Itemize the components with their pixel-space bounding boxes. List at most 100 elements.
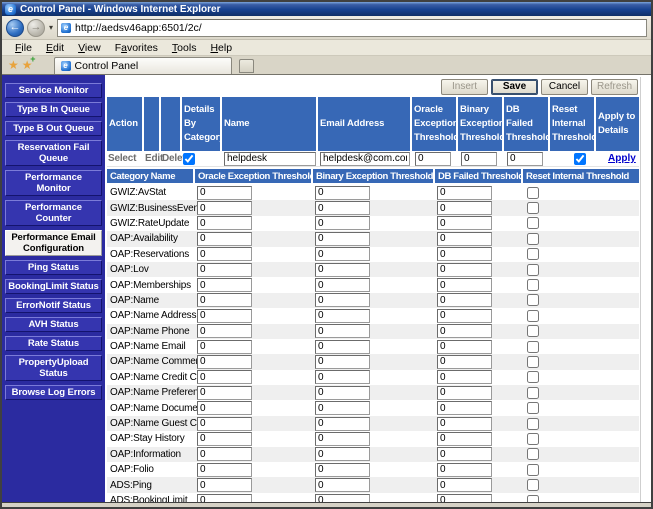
name-input[interactable] [224, 152, 316, 166]
db-threshold-input[interactable] [437, 201, 492, 215]
details-by-category-checkbox[interactable] [183, 153, 195, 165]
db-threshold-input[interactable] [437, 309, 492, 323]
reset-internal-checkbox[interactable] [527, 310, 539, 322]
oracle-threshold-input[interactable] [197, 447, 252, 461]
reset-internal-checkbox[interactable] [527, 233, 539, 245]
sidebar-item-type-b-out-queue[interactable]: Type B Out Queue [5, 121, 102, 136]
db-threshold-input[interactable] [437, 494, 492, 503]
db-threshold-input[interactable] [437, 417, 492, 431]
binary-threshold-input[interactable] [315, 186, 370, 200]
email-input[interactable] [320, 152, 410, 166]
oracle-threshold-input[interactable] [197, 309, 252, 323]
reset-internal-checkbox[interactable] [527, 356, 539, 368]
db-threshold-input[interactable] [437, 324, 492, 338]
db-threshold-input[interactable] [437, 447, 492, 461]
oracle-threshold-input[interactable] [197, 263, 252, 277]
menu-favorites[interactable]: Favorites [108, 42, 165, 54]
db-threshold-input[interactable] [437, 186, 492, 200]
binary-threshold-input[interactable] [315, 355, 370, 369]
menu-help[interactable]: Help [203, 42, 239, 54]
reset-internal-checkbox[interactable] [527, 371, 539, 383]
binary-threshold-input[interactable] [315, 463, 370, 477]
menu-view[interactable]: View [71, 42, 108, 54]
reset-internal-checkbox[interactable] [527, 264, 539, 276]
history-dropdown-icon[interactable]: ▾ [48, 23, 54, 32]
oracle-threshold-input[interactable] [197, 386, 252, 400]
sidebar-item-errornotif-status[interactable]: ErrorNotif Status [5, 298, 102, 313]
binary-threshold-input[interactable] [315, 247, 370, 261]
binary-threshold-input[interactable] [315, 309, 370, 323]
reset-internal-checkbox[interactable] [527, 495, 539, 503]
oracle-threshold-input[interactable] [197, 324, 252, 338]
binary-threshold-input[interactable] [315, 494, 370, 503]
binary-threshold-input[interactable] [461, 152, 497, 166]
oracle-threshold-input[interactable] [197, 247, 252, 261]
oracle-threshold-input[interactable] [197, 494, 252, 503]
binary-threshold-input[interactable] [315, 447, 370, 461]
sidebar-item-performance-email-configuration[interactable]: Performance Email Configuration [5, 230, 102, 256]
oracle-threshold-input[interactable] [197, 463, 252, 477]
oracle-threshold-input[interactable] [197, 370, 252, 384]
oracle-threshold-input[interactable] [197, 417, 252, 431]
reset-internal-checkbox[interactable] [527, 341, 539, 353]
db-threshold-input[interactable] [437, 355, 492, 369]
menu-file[interactable]: File [8, 42, 39, 54]
oracle-threshold-input[interactable] [197, 232, 252, 246]
binary-threshold-input[interactable] [315, 340, 370, 354]
db-threshold-input[interactable] [437, 478, 492, 492]
oracle-threshold-input[interactable] [415, 152, 451, 166]
back-button[interactable]: ← [6, 19, 24, 37]
reset-internal-checkbox[interactable] [527, 418, 539, 430]
sidebar-item-propertyupload-status[interactable]: PropertyUpload Status [5, 355, 102, 381]
oracle-threshold-input[interactable] [197, 432, 252, 446]
binary-threshold-input[interactable] [315, 232, 370, 246]
tab-control-panel[interactable]: e Control Panel [54, 57, 232, 74]
binary-threshold-input[interactable] [315, 263, 370, 277]
cancel-button[interactable]: Cancel [541, 79, 588, 95]
sidebar-item-service-monitor[interactable]: Service Monitor [5, 83, 102, 98]
reset-internal-checkbox[interactable] [527, 279, 539, 291]
binary-threshold-input[interactable] [315, 478, 370, 492]
sidebar-item-bookinglimit-status[interactable]: BookingLimit Status [5, 279, 102, 294]
oracle-threshold-input[interactable] [197, 278, 252, 292]
sidebar-item-performance-counter[interactable]: Performance Counter [5, 200, 102, 226]
reset-internal-checkbox[interactable] [527, 464, 539, 476]
db-threshold-input[interactable] [437, 340, 492, 354]
address-bar[interactable]: e http://aedsv46app:6501/2c/ [57, 19, 647, 37]
sidebar-item-performance-monitor[interactable]: Performance Monitor [5, 170, 102, 196]
sidebar-item-browse-log-errors[interactable]: Browse Log Errors [5, 385, 102, 400]
db-threshold-input[interactable] [437, 216, 492, 230]
oracle-threshold-input[interactable] [197, 478, 252, 492]
binary-threshold-input[interactable] [315, 324, 370, 338]
binary-threshold-input[interactable] [315, 293, 370, 307]
reset-internal-checkbox[interactable] [527, 479, 539, 491]
forward-button[interactable]: → [27, 19, 45, 37]
menu-tools[interactable]: Tools [165, 42, 204, 54]
db-threshold-input[interactable] [437, 463, 492, 477]
oracle-threshold-input[interactable] [197, 293, 252, 307]
db-threshold-input[interactable] [437, 386, 492, 400]
binary-threshold-input[interactable] [315, 370, 370, 384]
reset-internal-checkbox[interactable] [527, 187, 539, 199]
oracle-threshold-input[interactable] [197, 216, 252, 230]
oracle-threshold-input[interactable] [197, 201, 252, 215]
db-threshold-input[interactable] [437, 263, 492, 277]
binary-threshold-input[interactable] [315, 432, 370, 446]
db-threshold-input[interactable] [437, 247, 492, 261]
new-tab-button[interactable] [239, 59, 254, 73]
save-button[interactable]: Save [491, 79, 538, 95]
oracle-threshold-input[interactable] [197, 340, 252, 354]
binary-threshold-input[interactable] [315, 401, 370, 415]
db-threshold-input[interactable] [437, 278, 492, 292]
reset-internal-checkbox[interactable] [574, 153, 586, 165]
reset-internal-checkbox[interactable] [527, 325, 539, 337]
select-link[interactable]: Select [107, 153, 136, 164]
reset-internal-checkbox[interactable] [527, 248, 539, 260]
oracle-threshold-input[interactable] [197, 186, 252, 200]
reset-internal-checkbox[interactable] [527, 448, 539, 460]
menu-edit[interactable]: Edit [39, 42, 71, 54]
db-threshold-input[interactable] [437, 432, 492, 446]
binary-threshold-input[interactable] [315, 386, 370, 400]
apply-link[interactable]: Apply [608, 153, 636, 164]
db-threshold-input[interactable] [437, 232, 492, 246]
